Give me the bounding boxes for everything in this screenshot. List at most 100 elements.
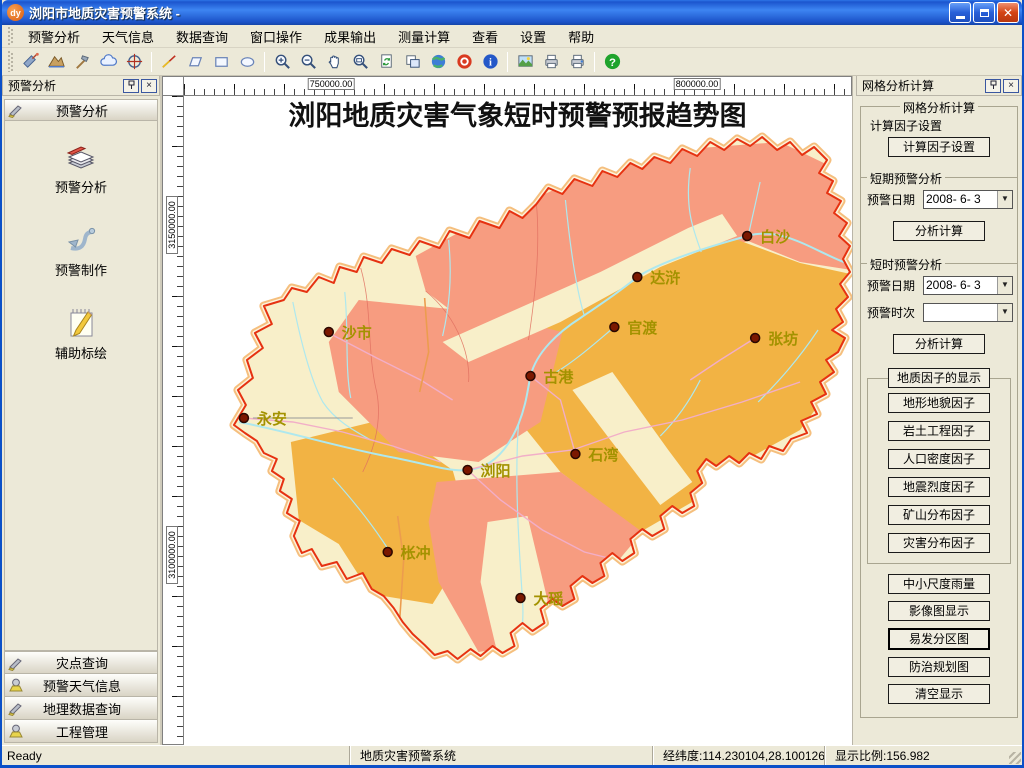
toolbar-image-view-button[interactable]	[513, 50, 537, 74]
tool-warning-analysis[interactable]: 预警分析	[55, 139, 107, 196]
nowcast-date-combobox[interactable]: 2008- 6- 3 ▼	[923, 276, 1013, 295]
left-section-header[interactable]: 预警分析	[4, 99, 158, 121]
combobox-value: 2008- 6- 3	[924, 277, 997, 294]
status-ready: Ready	[2, 746, 349, 765]
menu-view[interactable]: 查看	[461, 24, 509, 49]
toolbar-help-button[interactable]: ?	[600, 50, 624, 74]
terrain-factor-button[interactable]: 地形地貌因子	[888, 393, 990, 413]
bar-geo-data-query[interactable]: 地理数据查询	[4, 697, 158, 720]
line-icon	[160, 52, 179, 71]
left-section-label: 预警分析	[29, 101, 135, 120]
geo-factor-display-button[interactable]: 地质因子的显示	[888, 368, 990, 388]
toolbar-print-setup-button[interactable]	[565, 50, 589, 74]
toolbar-terrain-button[interactable]	[44, 50, 68, 74]
ruler-label: 800000.00	[674, 78, 721, 90]
pin-icon	[127, 80, 136, 90]
toolbar-grip[interactable]	[8, 51, 13, 73]
menu-grip[interactable]	[8, 27, 13, 45]
svg-text:枨冲: 枨冲	[401, 544, 431, 562]
tool-label: 预警制作	[55, 260, 107, 279]
disaster-factor-button[interactable]: 灾害分布因子	[888, 533, 990, 553]
chevron-down-icon[interactable]: ▼	[997, 304, 1012, 321]
meso-rainfall-button[interactable]: 中小尺度雨量	[888, 574, 990, 594]
short-term-run-button[interactable]: 分析计算	[893, 221, 985, 241]
tool-aux-plot[interactable]: 辅助标绘	[55, 305, 107, 362]
short-term-date-combobox[interactable]: 2008- 6- 3 ▼	[923, 190, 1013, 209]
bar-project-management[interactable]: 工程管理	[4, 720, 158, 743]
menu-settings[interactable]: 设置	[509, 24, 557, 49]
toolbar-refresh-button[interactable]	[374, 50, 398, 74]
globe-icon	[429, 52, 448, 71]
map-canvas[interactable]: 白沙 达浒 官渡 张坊 沙市 古港 永安 石湾 浏阳 枨冲 大瑶 浏阳地质灾害气…	[184, 96, 852, 745]
toolbar-ellipse-button[interactable]	[235, 50, 259, 74]
notepad-pencil-icon	[63, 305, 99, 339]
toolbar-target-button[interactable]	[122, 50, 146, 74]
toolbar-hammer-button[interactable]	[70, 50, 94, 74]
nowcast-time-combobox[interactable]: ▼	[923, 303, 1013, 322]
date-label: 预警日期	[867, 277, 923, 294]
clear-display-button[interactable]: 清空显示	[888, 684, 990, 704]
pin-icon	[989, 80, 998, 90]
menu-window-ops[interactable]: 窗口操作	[239, 24, 313, 49]
chevron-down-icon[interactable]: ▼	[997, 277, 1012, 294]
pin-button[interactable]	[985, 79, 1001, 93]
right-panel-close-button[interactable]: ×	[1003, 79, 1019, 93]
bar-label: 预警天气信息	[29, 676, 135, 695]
imagery-display-button[interactable]: 影像图显示	[888, 601, 990, 621]
population-factor-button[interactable]: 人口密度因子	[888, 449, 990, 469]
menu-help[interactable]: 帮助	[557, 24, 605, 49]
menu-data-query[interactable]: 数据查询	[165, 24, 239, 49]
toolbar-separator	[594, 52, 595, 72]
toolbar-line-button[interactable]	[157, 50, 181, 74]
resize-grip[interactable]	[1009, 752, 1021, 764]
toolbar-separator	[264, 52, 265, 72]
menu-weather-info[interactable]: 天气信息	[91, 24, 165, 49]
menu-result-output[interactable]: 成果输出	[313, 24, 387, 49]
mine-factor-button[interactable]: 矿山分布因子	[888, 505, 990, 525]
seismic-factor-button[interactable]: 地震烈度因子	[888, 477, 990, 497]
bar-disaster-point-query[interactable]: 灾点查询	[4, 651, 158, 674]
status-coordinates: 经纬度:114.230104,28.100126	[652, 746, 824, 765]
zoom-in-icon	[273, 52, 292, 71]
menu-warning-analysis[interactable]: 预警分析	[17, 24, 91, 49]
toolbar-pan-button[interactable]	[322, 50, 346, 74]
bar-label: 灾点查询	[29, 653, 135, 672]
menu-measure-calc[interactable]: 测量计算	[387, 24, 461, 49]
nowcast-run-button[interactable]: 分析计算	[893, 334, 985, 354]
title-bar[interactable]: dy 浏阳市地质灾害预警系统 - ✕	[2, 0, 1022, 25]
printer-setup-icon	[568, 52, 587, 71]
toolbar-copy-view-button[interactable]	[400, 50, 424, 74]
pin-button[interactable]	[123, 79, 139, 93]
close-button[interactable]: ✕	[997, 2, 1019, 23]
susceptibility-zone-button[interactable]: 易发分区图	[888, 628, 990, 650]
toolbar-globe-button[interactable]	[426, 50, 450, 74]
chevron-down-icon[interactable]: ▼	[997, 191, 1012, 208]
toolbar-polygon-button[interactable]	[183, 50, 207, 74]
section-label: 计算因子设置	[867, 117, 945, 134]
calc-factor-settings-button[interactable]: 计算因子设置	[888, 137, 990, 157]
toolbar-stop-button[interactable]	[452, 50, 476, 74]
toolbar-print-button[interactable]	[539, 50, 563, 74]
right-panel-title: 网格分析计算	[862, 77, 983, 94]
right-panel-header: 网格分析计算 ×	[856, 76, 1022, 96]
toolbar-cloud-button[interactable]	[96, 50, 120, 74]
status-scale: 显示比例:156.982	[824, 746, 1022, 765]
toolbar-zoom-in-button[interactable]	[270, 50, 294, 74]
svg-text:官渡: 官渡	[627, 319, 658, 337]
svg-text:白沙: 白沙	[760, 228, 790, 246]
prevention-plan-button[interactable]: 防治规划图	[888, 657, 990, 677]
minimize-button[interactable]	[949, 2, 971, 23]
tool-warning-compose[interactable]: 预警制作	[55, 222, 107, 279]
close-icon: ×	[146, 80, 152, 91]
minimize-icon	[956, 16, 965, 19]
geotech-factor-button[interactable]: 岩土工程因子	[888, 421, 990, 441]
toolbar-zoom-window-button[interactable]	[348, 50, 372, 74]
toolbar-rectangle-button[interactable]	[209, 50, 233, 74]
restore-button[interactable]	[973, 2, 995, 23]
toolbar-zoom-out-button[interactable]	[296, 50, 320, 74]
bar-warning-weather-info[interactable]: 预警天气信息	[4, 674, 158, 697]
left-panel-close-button[interactable]: ×	[141, 79, 157, 93]
toolbar-satellite-button[interactable]	[18, 50, 42, 74]
brush-icon	[7, 655, 27, 671]
toolbar-info-button[interactable]: i	[478, 50, 502, 74]
